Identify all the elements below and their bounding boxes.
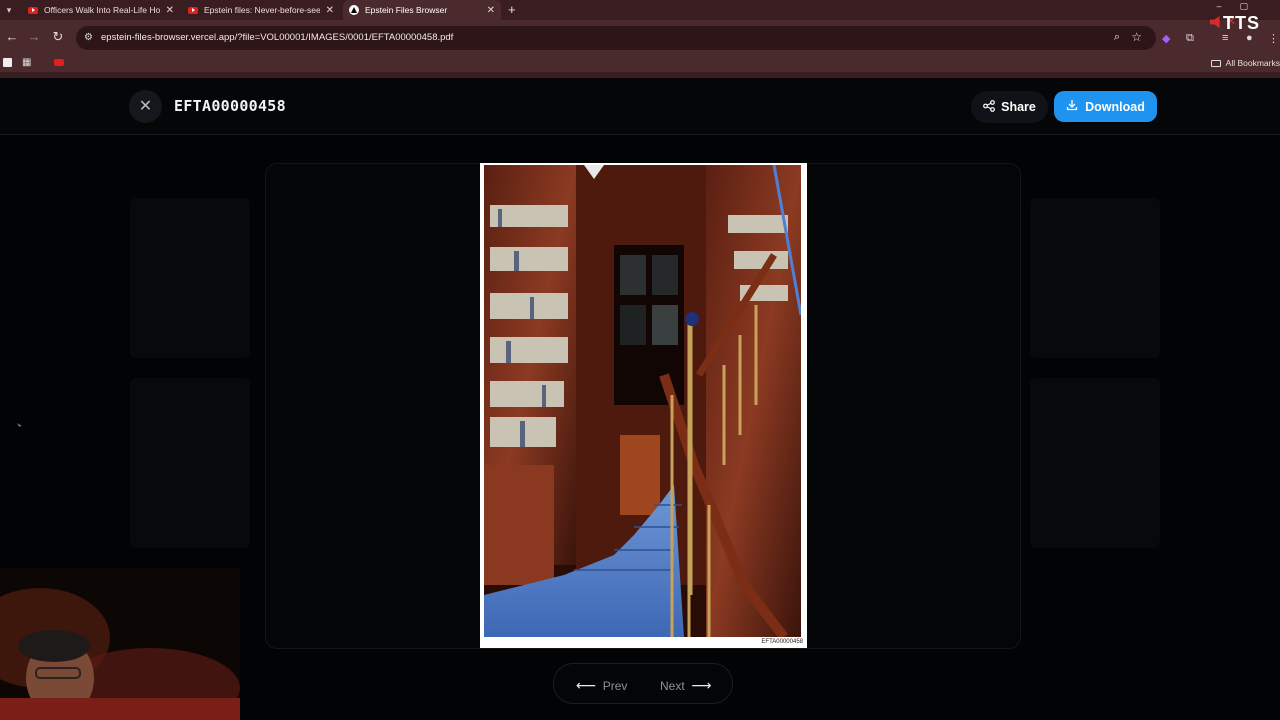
extension-icon[interactable]: ◆: [1162, 32, 1170, 45]
download-icon: [1066, 99, 1078, 114]
site-info-icon[interactable]: ⚙: [84, 32, 96, 44]
all-bookmarks-label: All Bookmarks: [1225, 58, 1280, 68]
share-icon: [983, 99, 996, 115]
apps-icon[interactable]: [3, 58, 12, 67]
close-icon[interactable]: ✕: [166, 5, 174, 16]
bookmark-star-icon[interactable]: ☆: [1131, 30, 1142, 44]
tab-epstein-files-browser[interactable]: Epstein Files Browser ✕: [343, 0, 501, 20]
tab-officers-video[interactable]: Officers Walk Into Real-Life Ho ✕: [22, 0, 180, 20]
document-title: EFTA00000458: [174, 97, 286, 115]
backdrop-tile: [1030, 378, 1160, 548]
forward-icon[interactable]: →: [26, 29, 42, 45]
extensions-puzzle-icon[interactable]: ⧉: [1186, 32, 1194, 45]
arrow-left-icon: ⟵: [576, 677, 597, 693]
window-controls[interactable]: –▢: [1216, 1, 1266, 12]
download-button[interactable]: Download: [1054, 91, 1157, 122]
backdrop-tile: [130, 198, 250, 358]
prev-button[interactable]: ⟵ Prev: [576, 677, 627, 694]
share-label: Share: [1001, 100, 1036, 114]
pagination-controls: ⟵ Prev Next ⟶: [553, 663, 733, 704]
download-label: Download: [1085, 99, 1145, 114]
new-tab-icon[interactable]: +: [508, 2, 516, 17]
folder-icon: [1210, 60, 1221, 67]
tab-title: Epstein files: Never-before-see: [204, 5, 320, 15]
tab-title: Epstein Files Browser: [365, 5, 448, 15]
youtube-icon: [188, 6, 198, 14]
backdrop-tile: [1030, 198, 1160, 358]
close-viewer-button[interactable]: ✕: [129, 90, 162, 123]
youtube-bookmark-icon[interactable]: [54, 59, 64, 66]
url-text[interactable]: epstein-files-browser.vercel.app/?file=V…: [101, 32, 453, 43]
grid-icon[interactable]: ▦: [22, 57, 31, 68]
backdrop-tile: [130, 378, 250, 548]
tab-title: Officers Walk Into Real-Life Ho: [44, 5, 160, 15]
vercel-icon: [349, 5, 359, 15]
back-icon[interactable]: ←: [4, 29, 20, 45]
browser-toolbar: ← → ↻ ⚙ epstein-files-browser.vercel.app…: [0, 20, 1280, 54]
next-label: Next: [660, 679, 685, 693]
staircase-library-photo: [484, 165, 801, 637]
close-icon[interactable]: ✕: [487, 5, 495, 16]
reload-icon[interactable]: ↻: [50, 29, 66, 45]
zoom-icon[interactable]: ⌕: [1114, 31, 1120, 44]
address-bar[interactable]: ⚙ epstein-files-browser.vercel.app/?file…: [76, 26, 1156, 50]
tab-epstein-video[interactable]: Epstein files: Never-before-see ✕: [182, 0, 340, 20]
menu-icon[interactable]: ⋮: [1268, 32, 1279, 45]
share-button[interactable]: Share: [971, 91, 1048, 123]
close-icon[interactable]: ✕: [326, 5, 334, 16]
bookmarks-bar: ▦ All Bookmarks: [0, 54, 1280, 72]
viewer-header: ✕ EFTA00000458 Share Download: [0, 78, 1280, 135]
youtube-icon: [28, 6, 38, 14]
next-button[interactable]: Next ⟶: [660, 677, 711, 694]
browser-tab-bar: ▾ Officers Walk Into Real-Life Ho ✕ Epst…: [0, 0, 1280, 20]
arrow-right-icon: ⟶: [691, 677, 712, 693]
prev-label: Prev: [602, 679, 628, 693]
all-bookmarks[interactable]: All Bookmarks: [1210, 58, 1280, 68]
document-page: EFTA00000458: [480, 163, 807, 648]
close-icon: ✕: [138, 98, 153, 115]
webcam-overlay: [0, 568, 240, 720]
tts-overlay-badge: TTS: [1223, 13, 1260, 33]
tab-search-icon[interactable]: ▾: [2, 3, 16, 17]
page-stamp: EFTA00000458: [761, 639, 803, 645]
